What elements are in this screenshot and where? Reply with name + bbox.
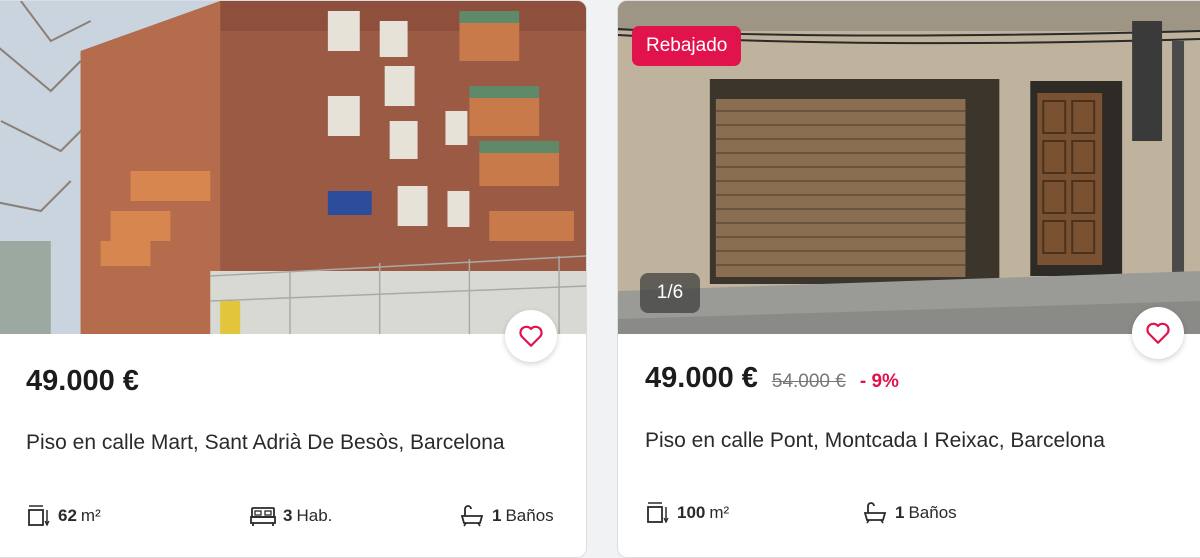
baths-value: 1 (492, 506, 502, 525)
features-row: 100 m² 1 Baños (618, 501, 1200, 531)
listing-card[interactable]: 49.000 € Piso en calle Mart, Sant Adrià … (0, 0, 587, 558)
rooms-value: 3 (283, 506, 293, 525)
photo-counter: 1/6 (640, 273, 700, 313)
price: 49.000 € (26, 365, 139, 397)
area-icon (647, 502, 669, 524)
old-price: 54.000 € (771, 371, 846, 392)
heart-icon (519, 325, 543, 347)
area-feature: 100 m² (645, 501, 729, 525)
listing-title[interactable]: Piso en calle Mart, Sant Adrià De Besòs,… (26, 431, 505, 455)
listing-photo[interactable] (0, 1, 586, 334)
baths-value: 1 (895, 503, 905, 522)
bathtub-icon (460, 505, 484, 527)
area-unit: m² (80, 506, 101, 525)
area-value: 100 (677, 503, 706, 522)
heart-icon (1146, 322, 1170, 344)
listing-title[interactable]: Piso en calle Pont, Montcada I Reixac, B… (645, 429, 1105, 453)
area-feature: 62 m² (26, 504, 101, 528)
favorite-button[interactable] (505, 310, 557, 362)
price-row: 49.000 € 54.000 € - 9% (645, 362, 899, 395)
area-value: 62 (58, 506, 77, 525)
rooms-unit: Hab. (296, 506, 333, 525)
baths-feature: 1 Baños (861, 501, 957, 525)
bed-icon (250, 507, 276, 526)
features-row: 62 m² 3 Hab. 1 Baños (0, 504, 586, 534)
baths-unit: Baños (505, 506, 554, 525)
price-row: 49.000 € (26, 365, 139, 398)
area-icon (28, 505, 50, 527)
baths-feature: 1 Baños (458, 504, 554, 528)
bathtub-icon (863, 502, 887, 524)
rooms-feature: 3 Hab. (249, 504, 332, 528)
price: 49.000 € (645, 362, 758, 394)
baths-unit: Baños (908, 503, 957, 522)
discount-badge: Rebajado (632, 26, 742, 66)
listing-card[interactable]: Rebajado 1/6 49.000 € 54.000 € - 9% Piso… (617, 0, 1200, 558)
area-unit: m² (709, 503, 730, 522)
favorite-button[interactable] (1132, 307, 1184, 359)
discount-percent: - 9% (859, 371, 899, 392)
